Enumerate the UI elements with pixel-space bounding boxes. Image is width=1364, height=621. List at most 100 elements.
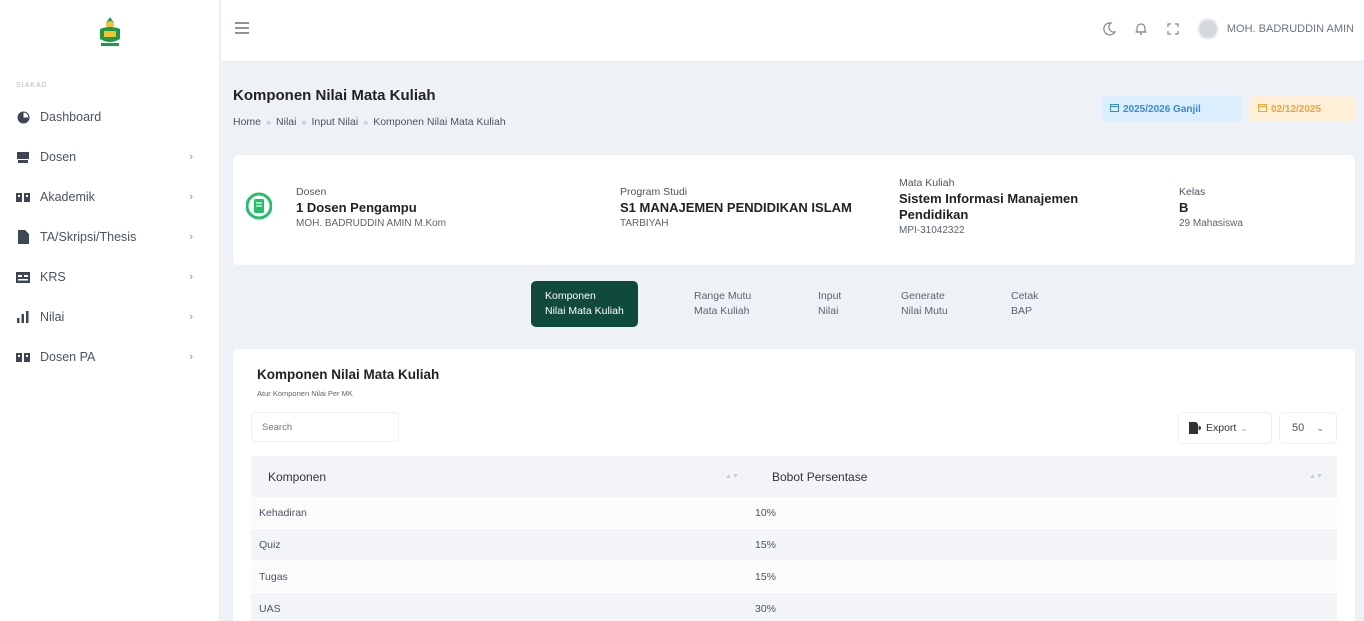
card-subtitle: Atur Komponen Nilai Per MK: [257, 389, 353, 398]
sidebar-item-label: Nilai: [40, 310, 65, 324]
export-button[interactable]: Export ⌄: [1178, 412, 1272, 444]
dosen-name: MOH. BADRUDDIN AMIN M.Kom: [296, 218, 447, 229]
dashboard-icon: [16, 110, 30, 124]
sidebar-item-krs[interactable]: KRS ›: [0, 257, 219, 297]
calendar-icon: [1110, 103, 1119, 115]
dosen-icon: [16, 150, 30, 164]
logo[interactable]: [0, 0, 219, 64]
user-name[interactable]: MOH. BADRUDDIN AMIN: [1227, 23, 1354, 35]
sidebar-item-ta-skripsi-thesis[interactable]: TA/Skripsi/Thesis ›: [0, 217, 219, 257]
dosen-pa-icon: [16, 350, 30, 364]
mk-value-line1: Sistem Informasi Manajemen: [899, 191, 1079, 206]
dosen-info: Dosen 1 Dosen Pengampu MOH. BADRUDDIN AM…: [296, 186, 446, 229]
search-input[interactable]: [251, 412, 399, 442]
komponen-table-card: Komponen Nilai Mata Kuliah Atur Komponen…: [233, 349, 1355, 621]
chevron-right-icon: ›: [189, 311, 193, 323]
cell-bobot: 15%: [755, 538, 777, 551]
sidebar-item-dosen[interactable]: Dosen ›: [0, 137, 219, 177]
table-row: Kehadiran 10%: [251, 497, 1337, 529]
sidebar-item-label: Akademik: [40, 190, 95, 204]
kelas-value: B: [1179, 200, 1189, 215]
semester-badge-text: 2025/2026 Ganjil: [1123, 103, 1201, 115]
chevron-down-icon: ⌄: [1240, 422, 1248, 433]
sidebar-item-nilai[interactable]: Nilai ›: [0, 297, 219, 337]
tab-generate-nilai-mutu[interactable]: Generate Nilai Mutu: [901, 289, 948, 319]
tab-label-line2: Nilai: [818, 305, 839, 317]
mk-label: Mata Kuliah: [899, 177, 955, 189]
per-page-value: 50: [1292, 422, 1305, 434]
breadcrumb-current: Komponen Nilai Mata Kuliah: [373, 116, 506, 128]
tab-label-line2: Mata Kuliah: [694, 305, 750, 317]
date-badge-text: 02/12/2025: [1271, 103, 1322, 115]
topbar: MOH. BADRUDDIN AMIN: [221, 0, 1364, 62]
prodi-info: Program Studi S1 MANAJEMEN PENDIDIKAN IS…: [620, 186, 852, 229]
table-row: Quiz 15%: [251, 529, 1337, 561]
mk-value-line2: Pendidikan: [899, 207, 969, 222]
sort-icon: ▲▼: [725, 473, 739, 480]
cell-komponen: Tugas: [259, 570, 288, 583]
chevron-right-icon: ›: [189, 231, 193, 243]
chevron-right-icon: ›: [189, 351, 193, 363]
cell-bobot: 10%: [755, 506, 777, 519]
tab-komponen-nilai[interactable]: Komponen Nilai Mata Kuliah: [531, 281, 638, 327]
dosen-label: Dosen: [296, 186, 327, 198]
tab-label-line1: Cetak: [1011, 290, 1039, 302]
kelas-label: Kelas: [1179, 186, 1206, 198]
book-icon: [246, 192, 272, 220]
sidebar-item-dosen-pa[interactable]: Dosen PA ›: [0, 337, 219, 377]
tab-label-line2: Nilai Mata Kuliah: [545, 305, 624, 317]
sidebar-item-dashboard[interactable]: Dashboard: [0, 97, 219, 137]
sidebar: SIAKAD Dashboard Dosen › Akademik › TA/S…: [0, 0, 220, 621]
breadcrumb-input-nilai[interactable]: Input Nilai: [311, 116, 358, 128]
per-page-select[interactable]: 50 ⌄: [1279, 412, 1337, 444]
prodi-fakultas: TARBIYAH: [620, 218, 669, 229]
tab-cetak-bap[interactable]: Cetak BAP: [1011, 289, 1038, 319]
krs-icon: [16, 270, 30, 284]
tab-label-line1: Input: [818, 290, 842, 302]
kelas-count: 29 Mahasiswa: [1179, 218, 1243, 229]
komponen-table: Komponen ▲▼ Bobot Persentase ▲▼ Kehadira…: [251, 456, 1337, 621]
breadcrumb-home[interactable]: Home: [233, 116, 261, 128]
semester-badge: 2025/2026 Ganjil: [1102, 96, 1242, 122]
breadcrumb-nilai[interactable]: Nilai: [276, 116, 296, 128]
column-header-bobot[interactable]: Bobot Persentase ▲▼: [753, 470, 1337, 484]
bell-icon[interactable]: [1133, 21, 1149, 37]
cell-komponen: Quiz: [259, 538, 281, 551]
menu-toggle-icon[interactable]: [235, 22, 249, 34]
prodi-label: Program Studi: [620, 186, 688, 198]
cell-komponen: Kehadiran: [259, 506, 307, 519]
sidebar-item-label: KRS: [40, 270, 66, 284]
calendar-icon: [1258, 103, 1267, 115]
export-label: Export: [1206, 422, 1237, 434]
tab-bar: Komponen Nilai Mata Kuliah Range Mutu Ma…: [221, 273, 1364, 345]
column-header-komponen[interactable]: Komponen ▲▼: [251, 470, 753, 484]
logo-emblem-icon: [99, 17, 120, 46]
tab-range-mutu[interactable]: Range Mutu Mata Kuliah: [694, 289, 751, 319]
column-header-label: Komponen: [268, 469, 327, 484]
page-title: Komponen Nilai Mata Kuliah: [233, 87, 436, 104]
table-header: Komponen ▲▼ Bobot Persentase ▲▼: [251, 456, 1337, 497]
prodi-value: S1 MANAJEMEN PENDIDIKAN ISLAM: [620, 200, 852, 215]
cell-bobot: 15%: [755, 570, 777, 583]
avatar[interactable]: [1196, 18, 1219, 40]
course-info-card: Dosen 1 Dosen Pengampu MOH. BADRUDDIN AM…: [233, 155, 1355, 265]
mata-kuliah-info: Mata Kuliah Sistem Informasi Manajemen P…: [899, 177, 1078, 236]
card-title: Komponen Nilai Mata Kuliah: [257, 367, 440, 382]
moon-icon[interactable]: [1101, 21, 1117, 37]
dosen-value: 1 Dosen Pengampu: [296, 200, 417, 215]
sort-icon: ▲▼: [1309, 473, 1323, 480]
document-icon: [16, 230, 30, 244]
chevron-right-icon: ›: [189, 271, 193, 283]
sidebar-item-akademik[interactable]: Akademik ›: [0, 177, 219, 217]
export-icon: [1189, 422, 1201, 434]
tab-input-nilai[interactable]: Input Nilai: [818, 289, 841, 319]
chevron-right-icon: ›: [189, 151, 193, 163]
breadcrumb: Home» Nilai» Input Nilai» Komponen Nilai Ma…: [233, 116, 506, 128]
kelas-info: Kelas B 29 Mahasiswa: [1179, 186, 1243, 229]
table-body: Kehadiran 10% Quiz 15% Tugas 15% UAS 30%: [251, 497, 1337, 621]
table-row: UAS 30%: [251, 593, 1337, 621]
chevron-down-icon: ⌄: [1316, 422, 1324, 433]
fullscreen-icon[interactable]: [1165, 21, 1181, 37]
sidebar-item-label: Dosen PA: [40, 350, 96, 364]
cell-bobot: 30%: [755, 602, 777, 615]
